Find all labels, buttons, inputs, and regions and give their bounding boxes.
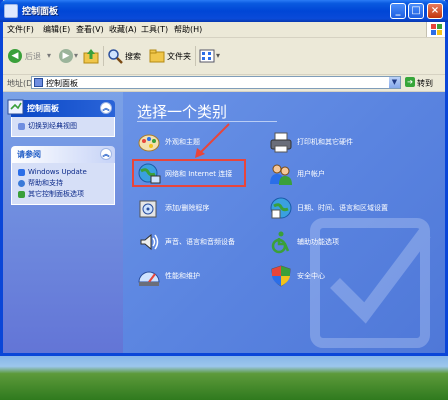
menu-edit[interactable]: 编辑(E) [43, 24, 70, 35]
category-label: 安全中心 [297, 272, 325, 280]
users-icon [270, 164, 292, 185]
folders-icon[interactable] [149, 48, 165, 64]
classic-view-icon [18, 123, 25, 130]
see-also-title: 请参阅 [17, 150, 41, 159]
back-button[interactable]: 后退 [25, 51, 41, 62]
windows-update-link[interactable]: Windows Update [18, 167, 108, 178]
printer-icon [270, 132, 292, 153]
maximize-button[interactable]: □ [408, 3, 424, 19]
windows-update-label: Windows Update [28, 168, 87, 176]
control-panel-window: 控制面板 _ □ × 文件(F) 编辑(E) 查看(V) 收藏(A) 工具(T)… [0, 0, 448, 356]
windows-update-icon [18, 169, 25, 176]
close-button[interactable]: × [427, 3, 443, 19]
control-panel-header-title: 控制面板 [27, 104, 59, 113]
category-label: 性能和维护 [165, 272, 200, 280]
category-view: 选择一个类别 外观和主题 打印机和其它硬件 网络和 Internet 连接 用户… [123, 92, 445, 353]
performance-icon [138, 271, 160, 286]
address-bar: 地址(D) 控制面板 ▼ ➔ 转到 [3, 75, 445, 92]
menu-file[interactable]: 文件(F) [7, 24, 34, 35]
toolbar-separator [195, 46, 196, 66]
category-label: 声音、语言和音频设备 [165, 238, 235, 246]
window-title: 控制面板 [22, 7, 59, 17]
other-options-label: 其它控制面板选项 [28, 190, 84, 198]
desktop-background [0, 352, 448, 400]
other-options-link[interactable]: 其它控制面板选项 [18, 189, 108, 200]
search-button[interactable]: 搜索 [125, 51, 141, 62]
help-icon [18, 180, 25, 187]
go-button[interactable]: 转到 [417, 78, 433, 89]
title-bar[interactable]: 控制面板 _ □ × [0, 0, 448, 22]
address-value: 控制面板 [46, 79, 78, 88]
other-options-icon [18, 191, 25, 198]
up-folder-icon[interactable] [83, 48, 99, 64]
control-panel-box: 控制面板 ︽ 切换到经典视图 [7, 99, 115, 137]
control-panel-icon [7, 99, 24, 115]
annotation-arrow-icon [195, 123, 230, 158]
toolbar-separator [103, 46, 104, 66]
see-also-body: Windows Update 帮助和支持 其它控制面板选项 [11, 163, 115, 205]
menu-help[interactable]: 帮助(H) [174, 24, 202, 35]
address-field[interactable]: 控制面板 ▼ [31, 76, 401, 89]
highlight-box [132, 159, 246, 187]
forward-dropdown-icon[interactable]: ▾ [74, 51, 78, 60]
minimize-button[interactable]: _ [390, 3, 406, 19]
see-also-box: 请参阅 ︽ Windows Update 帮助和支持 其它控制面板选项 [11, 146, 115, 205]
category-label: 辅助功能选项 [297, 238, 339, 246]
switch-classic-view-link[interactable]: 切换到经典视图 [18, 121, 108, 132]
appearance-icon [138, 134, 160, 152]
task-pane: 控制面板 ︽ 切换到经典视图 请参阅 ︽ Windows Update 帮助和支… [3, 92, 123, 353]
category-label: 打印机和其它硬件 [297, 138, 353, 146]
switch-classic-view-label: 切换到经典视图 [28, 122, 77, 130]
menu-favorites[interactable]: 收藏(A) [109, 24, 137, 35]
category-label: 添加/删除程序 [165, 204, 210, 212]
address-dropdown-icon[interactable]: ▼ [389, 77, 400, 88]
forward-arrow-icon[interactable]: ▶ [59, 49, 73, 63]
menu-tools[interactable]: 工具(T) [141, 24, 168, 35]
category-label: 日期、时间、语言和区域设置 [297, 204, 388, 212]
add-remove-icon [139, 200, 157, 218]
back-dropdown-icon[interactable]: ▾ [47, 51, 51, 60]
sound-icon [140, 233, 159, 251]
collapse-chevron-icon[interactable]: ︽ [100, 148, 112, 160]
views-dropdown-icon[interactable]: ▾ [216, 51, 220, 60]
category-label: 用户帐户 [297, 170, 325, 178]
menu-view[interactable]: 查看(V) [76, 24, 104, 35]
help-support-link[interactable]: 帮助和支持 [18, 178, 108, 189]
toolbar: ◀ 后退 ▾ ▶ ▾ 搜索 文件夹 ▾ [3, 38, 445, 75]
date-time-icon [270, 197, 292, 219]
control-panel-small-icon [34, 78, 43, 87]
collapse-chevron-icon[interactable]: ︽ [100, 102, 112, 114]
security-shield-icon [271, 265, 291, 287]
see-also-header[interactable]: 请参阅 ︽ [11, 146, 115, 163]
accessibility-icon [271, 231, 290, 254]
watermark-graphic-icon [310, 218, 431, 348]
views-icon[interactable] [199, 48, 215, 64]
go-arrow-icon[interactable]: ➔ [405, 77, 415, 87]
control-panel-icon [4, 4, 18, 18]
back-arrow-icon[interactable]: ◀ [8, 49, 22, 63]
page-title: 选择一个类别 [137, 103, 228, 121]
control-panel-header[interactable]: 控制面板 ︽ [7, 99, 115, 117]
folders-button[interactable]: 文件夹 [167, 51, 191, 62]
help-support-label: 帮助和支持 [28, 179, 63, 187]
search-icon[interactable] [107, 48, 123, 64]
menu-bar: 文件(F) 编辑(E) 查看(V) 收藏(A) 工具(T) 帮助(H) [3, 22, 445, 38]
windows-logo-icon [426, 22, 445, 37]
control-panel-body: 切换到经典视图 [11, 117, 115, 137]
